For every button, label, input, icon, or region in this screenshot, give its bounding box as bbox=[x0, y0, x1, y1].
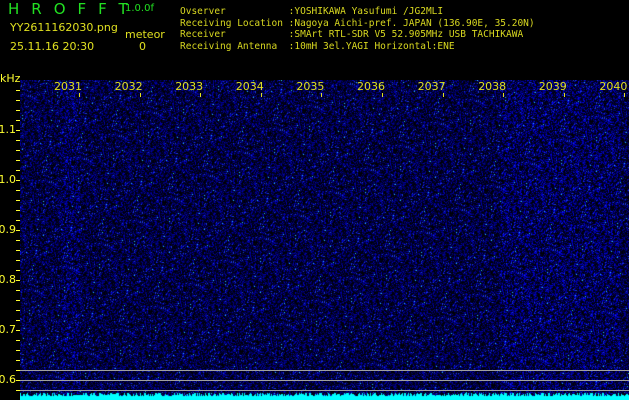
y-axis-unit: kHz bbox=[0, 72, 21, 85]
observer-line: Ovserver :YOSHIKAWA Yasufumi /JG2MLI bbox=[180, 6, 444, 17]
y-tick bbox=[16, 190, 20, 191]
antenna-line: Receiving Antenna :10mH 3el.YAGI Horizon… bbox=[180, 40, 455, 52]
y-tick-label: 0.8 bbox=[0, 273, 16, 286]
y-tick-label: 0.9 bbox=[0, 223, 16, 236]
y-tick-label: 1.1 bbox=[0, 123, 16, 136]
y-tick bbox=[16, 350, 20, 351]
app-logo: HROFFT bbox=[8, 0, 140, 18]
x-tick-label: 2031 bbox=[54, 80, 82, 93]
x-tick bbox=[624, 93, 626, 97]
y-tick bbox=[16, 290, 20, 291]
x-tick bbox=[139, 93, 141, 97]
filename-label: YY2611162030.png bbox=[10, 21, 118, 34]
x-tick-label: 2033 bbox=[175, 80, 204, 93]
y-tick bbox=[16, 200, 20, 201]
x-tick-label: 2037 bbox=[417, 80, 446, 93]
y-tick-label: 0.7 bbox=[0, 323, 16, 336]
x-tick-label: 2036 bbox=[357, 80, 385, 93]
frequency-marker-line bbox=[20, 370, 629, 371]
y-tick bbox=[16, 260, 20, 261]
receiver-line: Receiver :SMArt RTL-SDR V5 52.905MHz USB… bbox=[180, 29, 524, 40]
y-tick bbox=[16, 320, 20, 321]
x-tick-label: 2040 bbox=[599, 80, 628, 93]
y-tick bbox=[16, 180, 20, 181]
x-tick bbox=[260, 93, 262, 97]
meteor-count: 0 bbox=[139, 40, 146, 53]
y-tick bbox=[16, 140, 20, 141]
y-tick bbox=[16, 240, 20, 241]
y-tick bbox=[16, 170, 20, 171]
y-tick bbox=[16, 270, 20, 271]
y-tick bbox=[16, 100, 20, 101]
x-tick bbox=[563, 93, 565, 97]
x-tick-label: 2032 bbox=[114, 80, 143, 93]
x-tick bbox=[503, 93, 505, 97]
x-tick-label: 2039 bbox=[538, 80, 567, 93]
y-tick-label: 0.6 bbox=[0, 373, 16, 386]
x-tick-label: 2038 bbox=[478, 80, 507, 93]
x-tick bbox=[442, 93, 444, 97]
y-tick bbox=[16, 330, 20, 331]
version-label: 1.0.0f bbox=[125, 3, 154, 14]
location-line: Receiving Location :Nagoya Aichi-pref. J… bbox=[180, 17, 535, 29]
station-info: Ovserver :YOSHIKAWA Yasufumi /JG2MLI Rec… bbox=[180, 6, 535, 52]
x-tick bbox=[321, 93, 323, 97]
y-tick bbox=[16, 300, 20, 301]
y-tick bbox=[16, 340, 20, 341]
y-tick bbox=[16, 130, 20, 131]
frequency-marker-line bbox=[20, 380, 629, 381]
datetime-label: 25.11.16 20:30 bbox=[10, 40, 95, 53]
x-tick bbox=[200, 93, 202, 97]
y-tick-label: 1.0 bbox=[0, 173, 16, 186]
y-tick bbox=[16, 230, 20, 231]
x-tick bbox=[382, 93, 383, 97]
y-tick bbox=[16, 210, 20, 211]
y-tick bbox=[16, 90, 20, 91]
spectrogram bbox=[20, 80, 629, 400]
y-tick bbox=[16, 310, 20, 311]
y-tick bbox=[16, 160, 20, 161]
y-tick bbox=[16, 110, 20, 111]
x-tick bbox=[79, 93, 80, 97]
y-tick bbox=[16, 120, 20, 121]
y-tick bbox=[16, 150, 20, 151]
y-tick bbox=[16, 220, 20, 221]
x-tick-label: 2034 bbox=[235, 80, 264, 93]
x-tick-label: 2035 bbox=[296, 80, 325, 93]
y-tick bbox=[16, 280, 20, 281]
y-tick bbox=[16, 250, 20, 251]
y-tick bbox=[16, 360, 20, 361]
frequency-marker-line bbox=[20, 390, 629, 391]
